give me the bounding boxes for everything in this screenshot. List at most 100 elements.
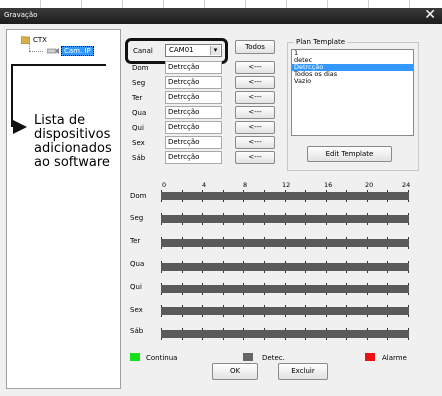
tick-mark [284,200,286,202]
tick-mark [366,200,368,202]
tick-mark [202,271,204,273]
tick-mark [387,293,389,295]
window-title: Gravação [4,11,38,19]
tick-mark [202,338,204,340]
tree-node-camera[interactable]: Cam. IP [47,46,94,56]
tick-mark [222,315,224,317]
timeline-ticks [161,247,409,249]
timeline-ticks [161,271,409,273]
timeline-day-label: Qui [130,283,142,291]
tick-mark [202,247,204,249]
tick-mark [263,223,265,225]
timeline-day-label: Ter [130,237,141,245]
plan-template-item[interactable]: Vazio [292,78,413,85]
copy-template-button[interactable]: <--- [235,136,275,149]
timeline-bar[interactable] [161,285,409,293]
tick-mark [408,271,409,273]
tick-mark [181,315,183,317]
tick-mark [408,247,409,249]
tree-root-label: CTX [33,36,47,44]
tick-mark [222,338,224,340]
timeline-bar[interactable] [161,215,409,223]
tick-mark [305,293,307,295]
tick-mark [325,271,327,273]
all-days-button[interactable]: Todos [235,40,275,54]
day-label: Ter [132,94,143,102]
day-template-field[interactable]: Detrcção [165,136,222,149]
hour-label: 16 [324,181,333,189]
tick-mark [305,338,307,340]
tick-mark [305,315,307,317]
recording-dialog: Gravação ✕ CTX Cam. IP Lista de disposit… [0,7,442,396]
tick-mark [161,247,162,249]
tick-mark [408,293,409,295]
tick-mark [202,293,204,295]
tick-mark [161,271,162,273]
tick-mark [243,271,245,273]
plan-template-list[interactable]: 1 detec Detrcção Todos os dias Vazio [291,49,414,136]
folder-icon [21,36,30,44]
day-template-field[interactable]: Detrcção [165,151,222,164]
tick-mark [161,315,162,317]
copy-template-button[interactable]: <--- [235,151,275,164]
tick-mark [305,223,307,225]
tick-mark [305,271,307,273]
tick-mark [243,247,245,249]
tick-mark [346,271,348,273]
timeline-ticks [161,293,409,295]
copy-template-button[interactable]: <--- [235,61,275,74]
timeline-bar[interactable] [161,263,409,271]
copy-template-button[interactable]: <--- [235,76,275,89]
tick-mark [366,271,368,273]
tick-mark [387,338,389,340]
day-label: Qui [132,124,144,132]
tick-mark [366,247,368,249]
copy-template-button[interactable]: <--- [235,121,275,134]
tick-mark [346,315,348,317]
tick-mark [325,247,327,249]
legend-label-detec: Detec. [262,354,285,362]
tick-mark [243,293,245,295]
timeline-day-label: Seg [130,214,144,222]
tick-mark [202,315,204,317]
tick-mark [408,315,409,317]
tick-mark [387,315,389,317]
day-template-field[interactable]: Detrcção [165,76,222,89]
tree-connector [29,51,43,52]
edit-template-button[interactable]: Edit Template [307,146,392,162]
timeline-bar[interactable] [161,192,409,200]
camera-icon [47,48,59,54]
tick-mark [346,338,348,340]
annotation-text: Lista de dispositivos adicionados ao sof… [34,113,112,170]
tick-mark [346,223,348,225]
timeline-day-label: Qua [130,260,145,268]
hour-label: 0 [162,181,167,189]
timeline-bar[interactable] [161,330,409,338]
tick-mark [263,338,265,340]
hour-label: 8 [243,181,248,189]
tick-mark [346,293,348,295]
device-tree[interactable]: CTX Cam. IP [6,29,121,389]
tick-mark [181,293,183,295]
tick-mark [346,247,348,249]
day-template-field[interactable]: Detrcção [165,106,222,119]
day-template-field[interactable]: Detrcção [165,61,222,74]
tick-mark [366,315,368,317]
close-icon[interactable]: ✕ [424,7,436,23]
timeline-ticks [161,223,409,225]
copy-template-button[interactable]: <--- [235,91,275,104]
tree-node-root[interactable]: CTX [21,36,47,44]
copy-template-button[interactable]: <--- [235,106,275,119]
day-template-field[interactable]: Detrcção [165,121,222,134]
day-label: Qua [132,109,147,117]
timeline-bar[interactable] [161,239,409,247]
day-template-field[interactable]: Detrcção [165,91,222,104]
channel-select[interactable]: CAM01 ▾ [165,44,222,57]
tick-mark [161,293,162,295]
tick-mark [305,200,307,202]
tick-mark [161,223,162,225]
ok-button[interactable]: OK [212,363,258,380]
delete-button[interactable]: Excluir [278,363,328,380]
timeline-bar[interactable] [161,307,409,315]
plan-template-title: Plan Template [294,38,348,46]
